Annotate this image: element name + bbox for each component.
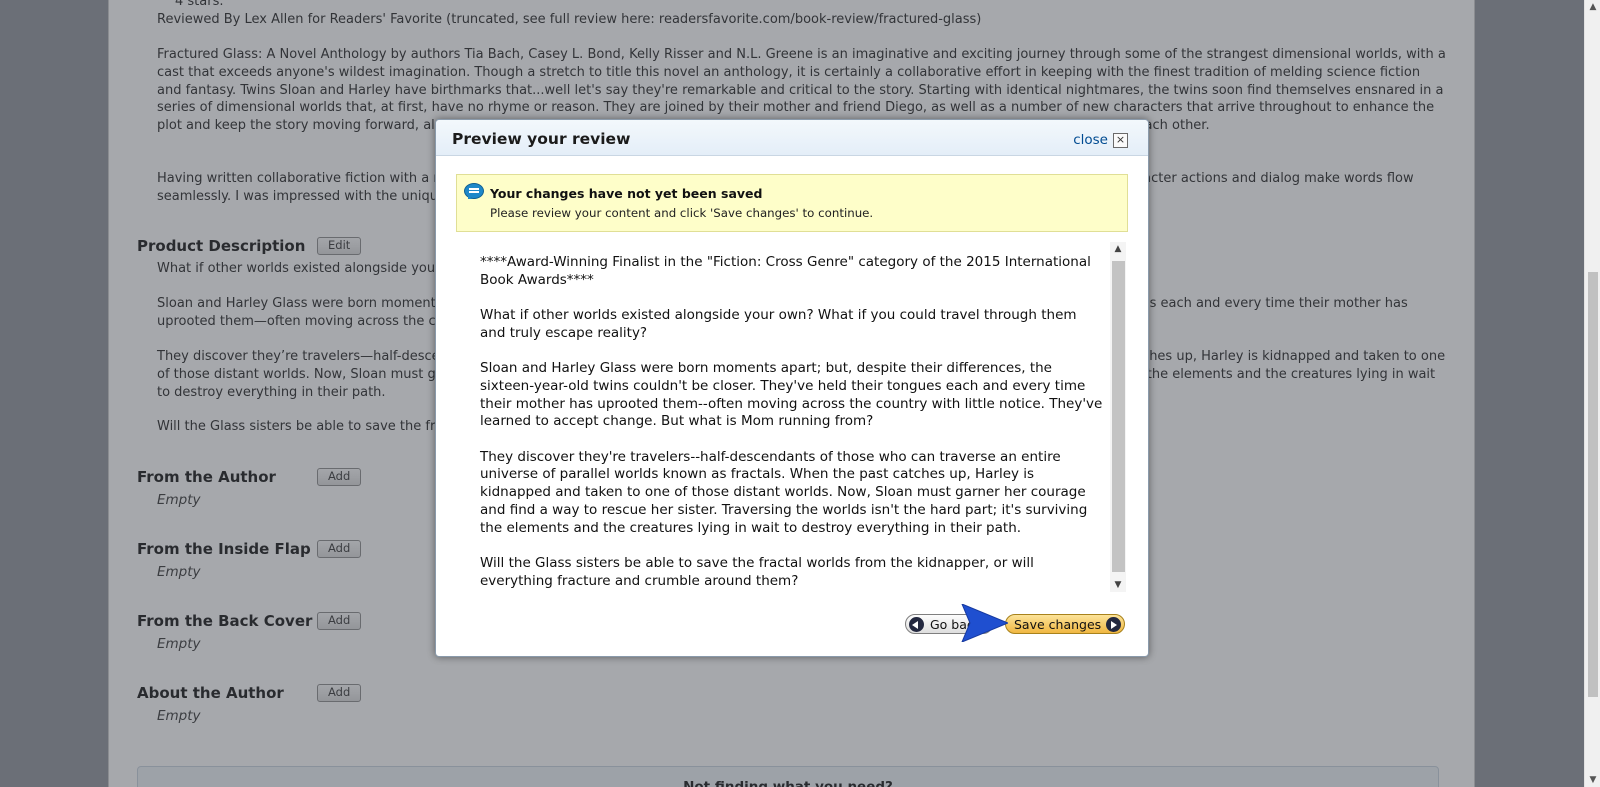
preview-paragraph: What if other worlds existed alongside y… xyxy=(480,307,1077,341)
forward-arrow-icon xyxy=(1106,617,1121,632)
save-changes-button[interactable]: Save changes xyxy=(1005,614,1125,634)
page-scrollbar[interactable]: ▲ ▼ xyxy=(1584,0,1600,787)
notice-title: Your changes have not yet been saved xyxy=(490,186,763,201)
save-changes-label: Save changes xyxy=(1014,617,1102,632)
preview-paragraph: Will the Glass sisters be able to save t… xyxy=(480,554,1034,589)
preview-paragraph: ****Award-Winning Finalist in the "Ficti… xyxy=(480,254,1091,288)
dialog-header: Preview your review close × xyxy=(436,120,1148,156)
close-icon[interactable]: × xyxy=(1113,133,1128,148)
preview-text: ****Award-Winning Finalist in the "Ficti… xyxy=(480,254,1105,592)
arrow-pointer-icon xyxy=(961,604,1008,642)
preview-paragraph: They discover they're travelers--half-de… xyxy=(480,448,1088,536)
review-preview-content[interactable]: ****Award-Winning Finalist in the "Ficti… xyxy=(456,242,1126,592)
unsaved-changes-notice: Your changes have not yet been saved Ple… xyxy=(456,174,1128,232)
scroll-up-icon[interactable]: ▲ xyxy=(1585,2,1600,12)
preview-scroll-thumb[interactable] xyxy=(1112,261,1125,572)
close-link[interactable]: close xyxy=(1073,132,1108,148)
speech-bubble-icon xyxy=(464,183,484,199)
notice-text: Please review your content and click 'Sa… xyxy=(490,206,874,220)
preview-paragraph: Sloan and Harley Glass were born moments… xyxy=(480,360,1103,430)
back-arrow-icon xyxy=(909,617,924,632)
dialog-title: Preview your review xyxy=(452,130,631,148)
scroll-down-icon[interactable]: ▼ xyxy=(1585,775,1600,785)
page-scroll-thumb[interactable] xyxy=(1588,272,1598,697)
scroll-down-icon[interactable]: ▼ xyxy=(1110,580,1126,590)
preview-scrollbar[interactable]: ▲ ▼ xyxy=(1110,242,1126,592)
scroll-up-icon[interactable]: ▲ xyxy=(1110,244,1126,254)
preview-review-dialog: Preview your review close × Your changes… xyxy=(435,119,1149,657)
